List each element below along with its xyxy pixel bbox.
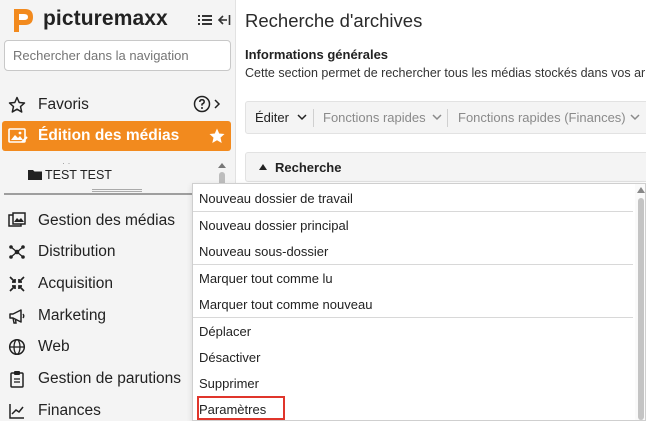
megaphone-icon (9, 309, 25, 324)
context-menu: Nouveau dossier de travail Nouveau dossi… (192, 183, 646, 421)
page-title: Recherche d'archives (245, 10, 423, 31)
logo-row: picturemaxx (8, 4, 232, 34)
editer-label: Éditer (255, 110, 289, 125)
navigation-search-input[interactable] (4, 40, 231, 71)
image-edit-icon (8, 128, 28, 143)
logo-text: picturemaxx (43, 7, 168, 30)
sidebar-item-label: Édition des médias (38, 127, 180, 144)
sidebar-item-label: Favoris (38, 96, 89, 113)
menu-item-label: Déplacer (199, 324, 252, 339)
menu-item-marquer-tout-comme-lu[interactable]: Marquer tout comme lu (193, 265, 633, 291)
sidebar-item-label: Web (38, 338, 70, 355)
menu-item-label: Nouveau dossier principal (199, 218, 349, 233)
distribution-icon (9, 245, 25, 259)
menu-item-supprimer[interactable]: Supprimer (193, 370, 633, 396)
scroll-up-arrow-icon[interactable] (216, 160, 228, 170)
acquisition-icon (9, 276, 25, 292)
collapse-triangle-icon (259, 164, 267, 170)
globe-icon (8, 338, 26, 356)
sidebar-item-label: Distribution (38, 243, 116, 260)
menu-item-marquer-tout-comme-nouveau[interactable]: Marquer tout comme nouveau (193, 291, 633, 317)
list-view-icon[interactable] (198, 14, 212, 26)
section-title: Informations générales (245, 47, 389, 62)
chart-icon (9, 404, 24, 419)
clipboard-icon (10, 371, 24, 388)
menu-item-label: Désactiver (199, 350, 261, 365)
menu-item-desactiver[interactable]: Désactiver (193, 344, 633, 370)
scroll-up-arrow-icon[interactable] (637, 187, 645, 193)
recherche-panel-header[interactable]: Recherche (245, 152, 646, 182)
menu-item-label: Nouveau dossier de travail (199, 191, 353, 206)
chevron-down-icon (432, 114, 442, 121)
folder-icon (28, 170, 42, 180)
fonctions-rapides-finances-label: Fonctions rapides (Finances) (458, 110, 626, 125)
help-icon[interactable] (193, 95, 211, 113)
toolbar-separator (447, 109, 448, 127)
scrollbar-thumb[interactable] (638, 198, 644, 420)
menu-item-label: Supprimer (199, 376, 259, 391)
toolbar-separator (313, 109, 314, 127)
toolbar: Éditer Fonctions rapides Fonctions rapid… (245, 101, 646, 134)
collapse-sidebar-icon[interactable] (217, 14, 231, 26)
tree-connector: · · (62, 158, 71, 168)
chevron-right-icon[interactable] (213, 98, 221, 110)
menu-item-nouveau-sous-dossier[interactable]: Nouveau sous-dossier (193, 238, 633, 264)
sidebar-item-label: Finances (38, 402, 101, 419)
picturemaxx-logo-icon (14, 9, 33, 32)
menu-item-deplacer[interactable]: Déplacer (193, 318, 633, 344)
panel-resize-handle[interactable] (92, 189, 142, 192)
sidebar-item-label: Gestion des médias (38, 212, 175, 229)
menu-item-label: Marquer tout comme nouveau (199, 297, 373, 312)
menu-item-parametres[interactable]: Paramètres (193, 396, 633, 420)
tree-folder-label[interactable]: TEST TEST (45, 168, 112, 182)
menu-item-nouveau-dossier-principal[interactable]: Nouveau dossier principal (193, 212, 633, 238)
star-filled-icon[interactable] (208, 127, 226, 145)
media-management-icon (8, 212, 26, 227)
menu-item-nouveau-dossier-de-travail[interactable]: Nouveau dossier de travail (193, 185, 633, 211)
chevron-down-icon (630, 114, 640, 121)
sidebar-item-label: Acquisition (38, 275, 113, 292)
sidebar-item-edition-des-medias[interactable]: Édition des médias (2, 121, 231, 151)
sidebar-item-label: Marketing (38, 307, 107, 324)
recherche-label: Recherche (275, 160, 342, 175)
sidebar-item-label: Gestion de parutions (38, 370, 182, 387)
menu-item-label: Nouveau sous-dossier (199, 244, 329, 259)
sidebar-item-favoris[interactable]: Favoris (0, 89, 235, 119)
chevron-down-icon (297, 114, 307, 121)
menu-item-label: Paramètres (199, 402, 267, 417)
section-description: Cette section permet de rechercher tous … (245, 66, 646, 80)
fonctions-rapides-label: Fonctions rapides (323, 110, 426, 125)
menu-item-label: Marquer tout comme lu (199, 271, 333, 286)
star-outline-icon (8, 96, 26, 113)
context-menu-scrollbar[interactable] (635, 184, 645, 420)
